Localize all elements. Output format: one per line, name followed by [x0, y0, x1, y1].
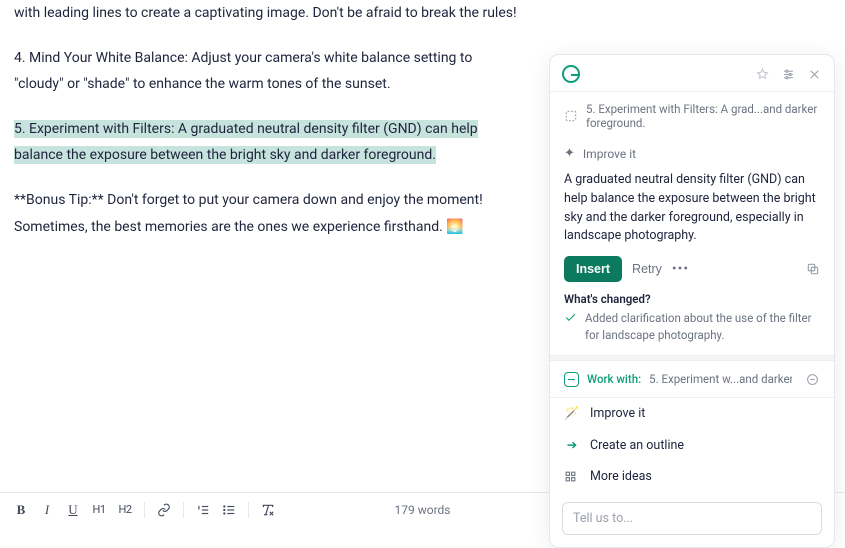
link-button[interactable]: [153, 499, 175, 521]
improve-heading: ✦ Improve it: [550, 140, 834, 165]
option-create-outline[interactable]: ➔ Create an outline: [550, 429, 834, 461]
suggestion-actions: Insert Retry •••: [550, 256, 834, 292]
paragraph-highlighted[interactable]: 5. Experiment with Filters: A graduated …: [14, 116, 522, 169]
document-editor[interactable]: with leading lines to create a captivati…: [0, 0, 540, 240]
toolbar-divider: [144, 502, 145, 518]
retry-button[interactable]: Retry: [632, 262, 662, 276]
italic-button[interactable]: I: [36, 499, 58, 521]
toolbar-divider: [248, 502, 249, 518]
bullet-list-button[interactable]: [218, 499, 240, 521]
option-more-ideas[interactable]: More ideas: [550, 461, 834, 492]
more-actions-icon[interactable]: •••: [672, 261, 689, 277]
arrow-icon: ➔: [564, 437, 580, 453]
prompt-input-wrap: [550, 492, 834, 547]
close-icon[interactable]: [806, 66, 822, 82]
h2-button[interactable]: H2: [114, 499, 136, 521]
selection-context-text: 5. Experiment with Filters: A grad...and…: [586, 102, 820, 130]
option-improve-it[interactable]: 🪄 Improve it: [550, 398, 834, 429]
insert-button[interactable]: Insert: [564, 256, 622, 282]
h1-button[interactable]: H1: [88, 499, 110, 521]
whats-changed-title: What's changed?: [564, 292, 820, 306]
clear-formatting-button[interactable]: [257, 499, 279, 521]
sunset-emoji: 🌅: [446, 219, 463, 235]
whats-changed-text: Added clarification about the use of the…: [585, 310, 820, 343]
prompt-input[interactable]: [562, 502, 822, 535]
underline-button[interactable]: U: [62, 499, 84, 521]
grammarly-square-icon: [564, 372, 579, 387]
grammarly-logo-icon: [562, 65, 580, 83]
work-with-label: Work with:: [587, 372, 641, 386]
suggestion-text: A graduated neutral density filter (GND)…: [550, 165, 834, 256]
wand-icon: 🪄: [564, 406, 580, 421]
check-icon: [564, 311, 577, 343]
paragraph[interactable]: **Bonus Tip:** Don't forget to put your …: [14, 187, 522, 240]
word-count: 179 words: [395, 503, 451, 517]
work-with-row: Work with: 5. Experiment w...and darker …: [550, 361, 834, 397]
grammarly-panel: 5. Experiment with Filters: A grad...and…: [549, 54, 835, 548]
bold-button[interactable]: B: [10, 499, 32, 521]
paragraph[interactable]: 4. Mind Your White Balance: Adjust your …: [14, 45, 522, 98]
grid-icon: [564, 470, 580, 483]
numbered-list-button[interactable]: [192, 499, 214, 521]
panel-header: [550, 55, 834, 91]
settings-sliders-icon[interactable]: [780, 66, 796, 82]
selection-context: 5. Experiment with Filters: A grad...and…: [550, 92, 834, 140]
toolbar-divider: [183, 502, 184, 518]
sparkle-icon: ✦: [564, 146, 575, 161]
collapse-icon[interactable]: [804, 371, 820, 387]
whats-changed: What's changed? Added clarification abou…: [550, 292, 834, 355]
pin-icon[interactable]: [754, 66, 770, 82]
work-with-text: 5. Experiment w...and darker foreground.: [649, 372, 792, 386]
selection-icon: [564, 109, 578, 123]
copy-icon[interactable]: [806, 262, 820, 276]
paragraph[interactable]: with leading lines to create a captivati…: [14, 0, 522, 27]
